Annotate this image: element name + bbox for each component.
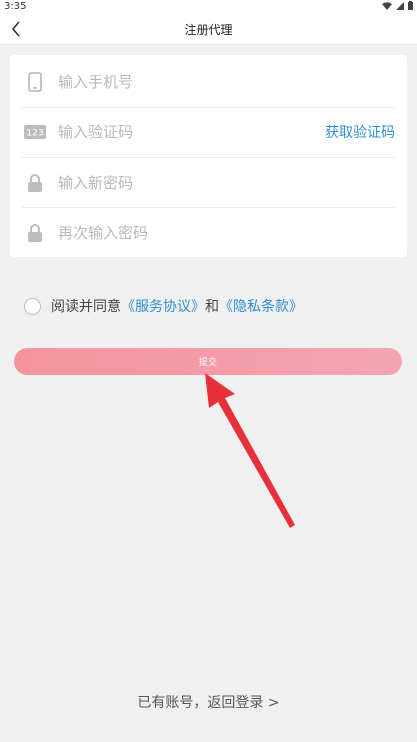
code-input[interactable] <box>56 122 325 142</box>
confirm-password-input[interactable] <box>56 223 395 243</box>
keypad-123-icon: 123 <box>22 125 48 139</box>
annotation-arrow-icon <box>205 373 295 528</box>
new-password-input[interactable] <box>56 173 395 193</box>
battery-icon <box>408 1 413 13</box>
status-time: 3:35 <box>4 1 27 12</box>
status-bar: 3:35 <box>0 0 417 14</box>
phone-icon <box>22 72 48 92</box>
phone-row <box>22 57 395 107</box>
get-code-button[interactable]: 获取验证码 <box>325 122 395 142</box>
privacy-policy-link[interactable]: 《隐私条款》 <box>219 296 303 316</box>
agreement-row: 阅读并同意 《服务协议》 和 《隐私条款》 <box>24 296 303 316</box>
lock-icon <box>22 223 48 243</box>
register-form: 123 获取验证码 <box>10 55 407 257</box>
lock-icon <box>22 173 48 193</box>
confirm-password-row <box>22 208 395 258</box>
status-icons <box>382 1 413 13</box>
agreement-prefix: 阅读并同意 <box>51 299 121 315</box>
service-agreement-link[interactable]: 《服务协议》 <box>121 296 205 316</box>
nav-bar: 注册代理 <box>0 14 417 45</box>
svg-text:123: 123 <box>26 129 43 139</box>
agreement-conjunction: 和 <box>205 299 219 315</box>
agreement-checkbox[interactable] <box>24 297 41 315</box>
page-title: 注册代理 <box>184 23 233 37</box>
back-to-login-link[interactable]: 已有账号，返回登录 > <box>0 692 417 712</box>
signal-icon <box>396 1 404 13</box>
code-row: 123 获取验证码 <box>22 107 395 157</box>
phone-input[interactable] <box>56 72 395 92</box>
new-password-row <box>22 158 395 208</box>
wifi-icon <box>382 1 392 13</box>
